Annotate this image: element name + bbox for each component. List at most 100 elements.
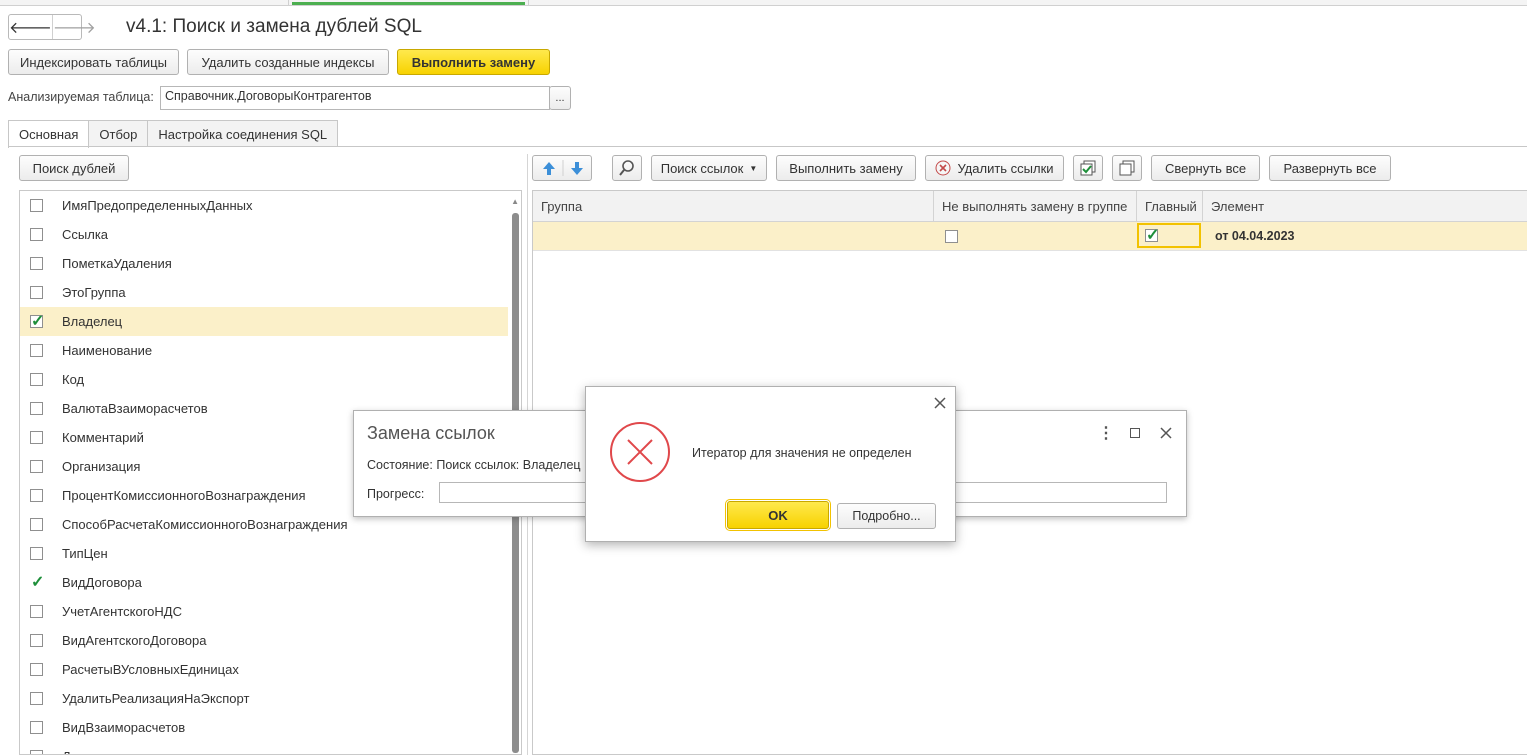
field-checkbox[interactable] bbox=[30, 402, 43, 415]
column-element[interactable]: Элемент bbox=[1203, 191, 1527, 221]
active-window-indicator bbox=[292, 2, 525, 5]
field-checkbox[interactable] bbox=[30, 692, 43, 705]
chevron-down-icon: ▼ bbox=[749, 163, 758, 173]
back-arrow-icon[interactable]: 🡐 bbox=[9, 15, 52, 39]
field-name: УчетАгентскогоНДС bbox=[62, 604, 182, 619]
field-checkbox[interactable] bbox=[30, 257, 43, 270]
index-tables-button[interactable]: Индексировать таблицы bbox=[8, 49, 179, 75]
tab-sql-connection[interactable]: Настройка соединения SQL bbox=[147, 120, 339, 147]
find-duplicates-button[interactable]: Поиск дублей bbox=[19, 155, 129, 181]
list-item[interactable]: УчетАгентскогоНДС bbox=[20, 597, 508, 626]
field-name: ТипЦен bbox=[62, 546, 108, 561]
list-item[interactable]: Наименование bbox=[20, 336, 508, 365]
list-item[interactable]: УдалитьРеализацияНаЭкспорт bbox=[20, 684, 508, 713]
ok-button[interactable]: OK bbox=[725, 499, 831, 531]
main-checkbox[interactable]: ✓ bbox=[1145, 227, 1159, 244]
move-up-down-icons[interactable] bbox=[533, 156, 591, 180]
tab-main[interactable]: Основная bbox=[8, 120, 90, 148]
check-all-button[interactable] bbox=[1073, 155, 1103, 181]
list-item[interactable]: ✓ Владелец bbox=[20, 307, 508, 336]
field-checkbox[interactable] bbox=[30, 373, 43, 386]
list-item[interactable]: ВидАгентскогоДоговора bbox=[20, 626, 508, 655]
tab-filter[interactable]: Отбор bbox=[88, 120, 149, 147]
field-checkbox[interactable] bbox=[30, 489, 43, 502]
field-name: ВалютаВзаиморасчетов bbox=[62, 401, 208, 416]
uncheck-all-button[interactable] bbox=[1112, 155, 1142, 181]
history-nav: 🡐 🡒 bbox=[8, 14, 96, 40]
scroll-up-icon[interactable]: ▲ bbox=[511, 197, 519, 206]
replace-dialog-title: Замена ссылок bbox=[367, 423, 495, 443]
field-name: РасчетыВУсловныхЕдиницах bbox=[62, 662, 239, 677]
checkmark-icon: ✓ bbox=[31, 313, 45, 330]
field-checkbox[interactable] bbox=[30, 663, 43, 676]
field-name: Наименование bbox=[62, 343, 153, 358]
list-item[interactable]: Код bbox=[20, 365, 508, 394]
field-name: Владелец bbox=[62, 314, 123, 329]
column-no-replace[interactable]: Не выполнять замену в группе bbox=[934, 191, 1137, 221]
field-name: ВидАгентскогоДоговора bbox=[62, 633, 207, 648]
execute-replace-main-button[interactable]: Выполнить замену bbox=[397, 49, 550, 75]
list-item[interactable]: Ссылка bbox=[20, 220, 508, 249]
delete-links-label: Удалить ссылки bbox=[957, 160, 1054, 176]
field-name: Комментарий bbox=[62, 430, 144, 445]
list-item[interactable]: РасчетыВУсловныхЕдиницах bbox=[20, 655, 508, 684]
field-checkbox[interactable] bbox=[30, 750, 43, 754]
delete-indexes-button[interactable]: Удалить созданные индексы bbox=[187, 49, 389, 75]
field-checkbox[interactable] bbox=[30, 547, 43, 560]
magnifier-icon bbox=[619, 160, 634, 176]
collapse-all-button[interactable]: Свернуть все bbox=[1151, 155, 1260, 181]
field-checkbox[interactable] bbox=[30, 518, 43, 531]
analyzed-table-label: Анализируемая таблица: bbox=[8, 90, 154, 104]
field-checkbox[interactable] bbox=[30, 721, 43, 734]
error-icon bbox=[610, 422, 670, 482]
field-checkbox[interactable] bbox=[30, 634, 43, 647]
field-checkbox[interactable] bbox=[30, 431, 43, 444]
progress-label: Прогресс: bbox=[367, 487, 425, 501]
more-actions-icon[interactable]: ⋮ bbox=[1098, 423, 1114, 443]
field-checkbox[interactable]: ✓ bbox=[30, 574, 44, 591]
table-row[interactable]: ✓ от 04.04.2023 bbox=[533, 222, 1527, 251]
element-cell: от 04.04.2023 bbox=[1215, 229, 1295, 243]
maximize-icon[interactable] bbox=[1130, 428, 1140, 438]
list-item[interactable]: ИмяПредопределенныхДанных bbox=[20, 191, 508, 220]
delete-links-button[interactable]: Удалить ссылки bbox=[925, 155, 1064, 181]
field-checkbox[interactable] bbox=[30, 605, 43, 618]
close-icon[interactable] bbox=[1160, 427, 1172, 439]
forward-arrow-icon[interactable]: 🡒 bbox=[51, 15, 96, 39]
list-item[interactable]: ВидВзаиморасчетов bbox=[20, 713, 508, 742]
field-checkbox[interactable] bbox=[30, 228, 43, 241]
main-cell[interactable]: ✓ bbox=[1137, 223, 1201, 248]
field-name: Организация bbox=[62, 459, 141, 474]
field-name: Ссылка bbox=[62, 227, 109, 242]
close-icon[interactable] bbox=[934, 397, 946, 409]
column-group[interactable]: Группа bbox=[533, 191, 934, 221]
list-item[interactable]: ПометкаУдаления bbox=[20, 249, 508, 278]
field-checkbox[interactable] bbox=[30, 199, 43, 212]
checkmark-icon: ✓ bbox=[31, 574, 45, 591]
no-replace-checkbox[interactable] bbox=[945, 230, 958, 243]
column-main[interactable]: Главный bbox=[1137, 191, 1203, 221]
move-buttons bbox=[532, 155, 592, 181]
select-table-button[interactable]: ... bbox=[549, 86, 571, 110]
field-checkbox[interactable] bbox=[30, 286, 43, 299]
checkmark-icon: ✓ bbox=[1146, 227, 1160, 244]
grid-header: Группа Не выполнять замену в группе Глав… bbox=[533, 191, 1527, 222]
find-links-dropdown[interactable]: Поиск ссылок ▼ bbox=[651, 155, 767, 181]
expand-all-button[interactable]: Развернуть все bbox=[1269, 155, 1391, 181]
error-message: Итератор для значения не определен bbox=[692, 446, 912, 460]
list-item[interactable]: ТипЦен bbox=[20, 539, 508, 568]
list-item[interactable]: ✓ ВидДоговора bbox=[20, 568, 508, 597]
field-checkbox[interactable]: ✓ bbox=[30, 313, 44, 330]
details-button[interactable]: Подробно... bbox=[837, 503, 936, 529]
field-name: ЭтоГруппа bbox=[62, 285, 126, 300]
find-icon-button[interactable] bbox=[612, 155, 642, 181]
field-name: ВидДоговора bbox=[62, 575, 142, 590]
tab-bar: Основная Отбор Настройка соединения SQL bbox=[8, 120, 339, 148]
list-item[interactable]: Дата bbox=[20, 742, 508, 754]
execute-replace-button[interactable]: Выполнить замену bbox=[776, 155, 916, 181]
field-checkbox[interactable] bbox=[30, 460, 43, 473]
analyzed-table-input[interactable]: Справочник.ДоговорыКонтрагентов bbox=[160, 86, 550, 110]
tab-divider bbox=[8, 146, 1527, 147]
field-checkbox[interactable] bbox=[30, 344, 43, 357]
list-item[interactable]: ЭтоГруппа bbox=[20, 278, 508, 307]
